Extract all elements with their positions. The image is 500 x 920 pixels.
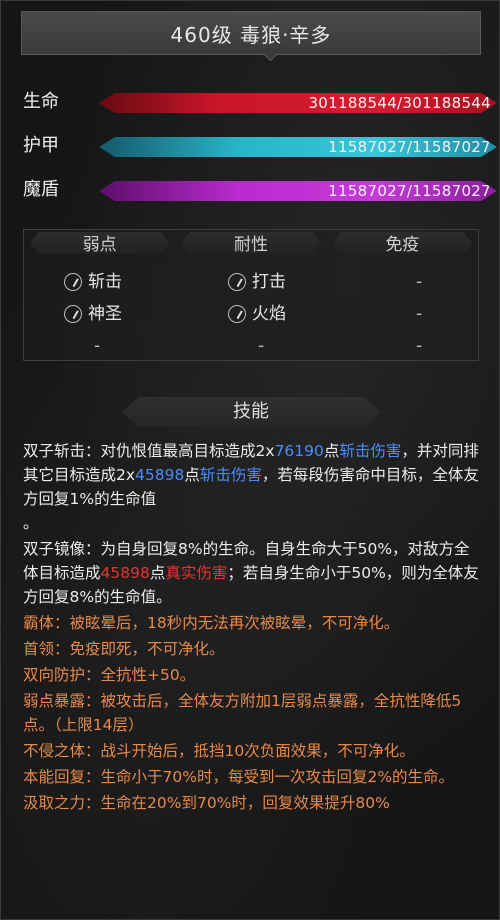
- title-notch: [262, 45, 279, 62]
- armor-value: 11587027/11587027: [328, 138, 491, 156]
- damage-value: 45898: [135, 466, 185, 484]
- immunity-empty: -: [416, 272, 423, 292]
- skill-super-armor: 霸体：被眩晕后，18秒内无法再次被眩晕，不可净化。: [23, 611, 481, 635]
- fire-icon: [228, 305, 246, 323]
- skill-weakness-exposed: 弱点暴露：被攻击后，全体友方附加1层弱点暴露，全抗性降低5点。（上限14层）: [23, 689, 481, 737]
- header-resistance: 耐性: [181, 232, 321, 254]
- skill-twin-slash: 双子斩击：对仇恨值最高目标造成2x76190点斩击伤害，并对同排其它目标造成2x…: [23, 439, 481, 535]
- weakness-item: 斩击: [64, 266, 214, 298]
- skill-text: 全抗性+50。: [100, 666, 196, 684]
- weakness-empty: -: [94, 336, 101, 356]
- resistance-label: 火焰: [252, 304, 286, 324]
- weakness-label: 神圣: [88, 304, 122, 324]
- header-weakness: 弱点: [30, 232, 170, 254]
- weakness-item: 神圣: [64, 298, 214, 330]
- skill-name: 汲取之力：: [23, 794, 101, 812]
- skill-name: 双向防护：: [23, 666, 101, 684]
- skills-title: 技能: [121, 397, 381, 427]
- skill-text: 对仇恨值最高目标造成2x: [100, 442, 275, 460]
- stat-hp-label: 生命: [23, 91, 59, 112]
- skill-name: 弱点暴露：: [23, 692, 101, 710]
- skill-name: 双子斩击：: [23, 442, 101, 460]
- stat-armor: 护甲 11587027/11587027: [23, 133, 497, 159]
- enemy-title: 460级 毒狼·辛多: [170, 22, 332, 47]
- skill-dual-guard: 双向防护：全抗性+50。: [23, 663, 481, 687]
- damage-type: 斩击伤害: [339, 442, 402, 460]
- immunity-item: -: [416, 298, 500, 330]
- weakness-label: 斩击: [88, 272, 122, 292]
- immunity-item: -: [416, 266, 500, 298]
- stat-armor-label: 护甲: [23, 135, 59, 156]
- immunity-item: -: [416, 330, 500, 362]
- holy-icon: [64, 305, 82, 323]
- skill-text: 战斗开始后，抵挡10次负面效果，不可净化。: [100, 742, 415, 760]
- skill-text: 免疫即死，不可净化。: [69, 640, 225, 658]
- resistance-item: 打击: [228, 266, 378, 298]
- hp-bar: 301188544/301188544: [99, 93, 497, 113]
- immunity-column: - - -: [416, 266, 500, 362]
- stat-hp: 生命 301188544/301188544: [23, 89, 497, 115]
- resistance-header: 弱点 耐性 免疫: [24, 230, 478, 256]
- skill-name: 首领：: [23, 640, 70, 658]
- skill-drain-power: 汲取之力：生命在20%到70%时，回复效果提升80%: [23, 791, 481, 815]
- skill-text: 生命小于70%时，每受到一次攻击回复2%的生命。: [100, 768, 455, 786]
- skills-header: 技能: [121, 396, 381, 428]
- damage-value: 76190: [274, 442, 324, 460]
- skill-text: 被眩晕后，18秒内无法再次被眩晕，不可净化。: [69, 614, 400, 632]
- skill-text: 点: [184, 466, 200, 484]
- skill-name: 不侵之体：: [23, 742, 101, 760]
- weakness-column: 斩击 神圣 -: [64, 266, 214, 362]
- enemy-title-bar: 460级 毒狼·辛多: [21, 11, 481, 62]
- armor-bar: 11587027/11587027: [99, 137, 497, 157]
- stat-shield-label: 魔盾: [23, 179, 59, 200]
- resistance-table: 弱点 耐性 免疫 斩击 神圣 - 打击 火焰 - - - -: [23, 229, 479, 361]
- damage-type: 斩击伤害: [199, 466, 262, 484]
- immunity-empty: -: [416, 304, 423, 324]
- header-immunity: 免疫: [332, 232, 472, 254]
- damage-type: 真实伤害: [165, 564, 228, 582]
- resistance-label: 打击: [252, 272, 286, 292]
- hp-value: 301188544/301188544: [308, 94, 491, 112]
- skill-text: 。: [23, 514, 39, 532]
- shield-value: 11587027/11587027: [328, 182, 491, 200]
- skill-name: 霸体：: [23, 614, 70, 632]
- resistance-empty: -: [258, 336, 265, 356]
- skill-list: 双子斩击：对仇恨值最高目标造成2x76190点斩击伤害，并对同排其它目标造成2x…: [23, 439, 481, 817]
- skill-invulnerable-body: 不侵之体：战斗开始后，抵挡10次负面效果，不可净化。: [23, 739, 481, 763]
- skill-text: 点: [149, 564, 166, 582]
- skill-instinct-recovery: 本能回复：生命小于70%时，每受到一次攻击回复2%的生命。: [23, 765, 481, 789]
- skill-text: 生命在20%到70%时，回复效果提升80%: [100, 794, 390, 812]
- skill-name: 本能回复：: [23, 768, 101, 786]
- shield-bar: 11587027/11587027: [99, 181, 497, 201]
- skill-twin-mirror: 双子镜像：为自身回复8%的生命。自身生命大于50%，对敌方全体目标造成45898…: [23, 537, 481, 609]
- resistance-column: 打击 火焰 -: [228, 266, 378, 362]
- skill-boss: 首领：免疫即死，不可净化。: [23, 637, 481, 661]
- resistance-item: 火焰: [228, 298, 378, 330]
- enemy-info-panel: 460级 毒狼·辛多 生命 301188544/301188544 护甲 115…: [0, 0, 500, 920]
- skill-name: 双子镜像：: [23, 540, 101, 558]
- stat-shield: 魔盾 11587027/11587027: [23, 177, 497, 203]
- damage-value: 45898: [100, 564, 150, 582]
- weakness-item: -: [64, 330, 214, 362]
- resistance-item: -: [228, 330, 378, 362]
- immunity-empty: -: [416, 336, 423, 356]
- skill-text: 点: [323, 442, 340, 460]
- slash-icon: [64, 273, 82, 291]
- blunt-icon: [228, 273, 246, 291]
